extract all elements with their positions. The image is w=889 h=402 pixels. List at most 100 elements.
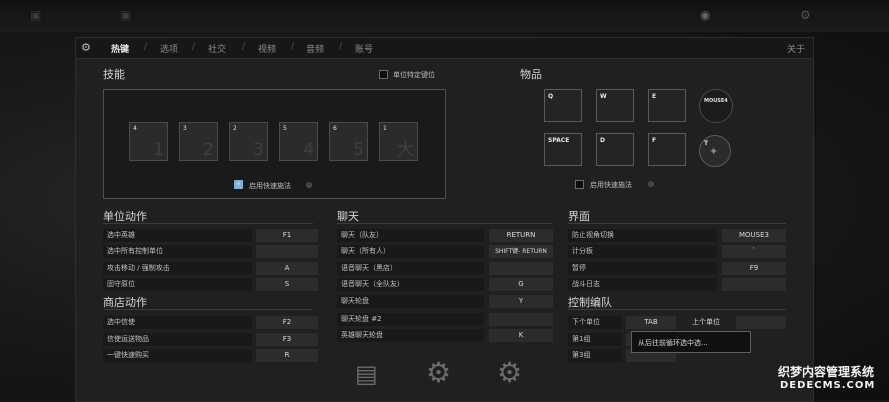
items-quickcast-label: 启用快速施法 xyxy=(590,181,632,189)
skill-slot-number: 4 xyxy=(303,140,314,160)
tab-social[interactable]: 社交 xyxy=(208,42,226,55)
about-link[interactable]: 关于 xyxy=(787,42,805,55)
hotkey-row-key[interactable]: ` xyxy=(722,245,786,258)
hotkey-row-key[interactable]: S xyxy=(256,278,318,291)
item-slot-space[interactable]: SPACE xyxy=(544,133,582,166)
hotkey-row-key[interactable] xyxy=(489,262,553,275)
hotkey-row-label: 防止视角切换 xyxy=(568,229,717,242)
item-slot-key: D xyxy=(600,137,605,144)
tab-separator: / xyxy=(339,42,343,52)
hotkey-row-key[interactable]: F1 xyxy=(256,229,318,242)
hotkey-row-key[interactable]: K xyxy=(489,329,553,342)
skill-slot-key: 5 xyxy=(283,125,287,132)
skill-slot-3[interactable]: 2 3 xyxy=(229,122,268,161)
items-quickcast-checkbox[interactable] xyxy=(575,180,584,189)
neutral-item-slot[interactable]: MOUSE4 xyxy=(699,89,733,123)
hotkey-row-key[interactable]: TAB xyxy=(626,316,676,329)
item-slot-key: F xyxy=(652,137,657,144)
hud-ghost-icon-2: ▣ xyxy=(120,8,134,22)
hotkey-row-key[interactable]: 上个单位 xyxy=(679,316,733,329)
item-slot-d[interactable]: D xyxy=(596,133,634,166)
divider xyxy=(568,223,786,224)
chat-wheel-icon[interactable]: ▤ xyxy=(355,360,378,388)
tooltip: 从后往前循环选中选... xyxy=(631,331,751,353)
hud-ghost-icon-1: ▣ xyxy=(30,8,44,22)
hotkey-row-key[interactable] xyxy=(736,316,786,329)
info-icon[interactable]: i xyxy=(306,182,312,188)
hotkey-row-key[interactable]: R xyxy=(256,349,318,362)
info-icon[interactable]: i xyxy=(648,181,654,187)
skill-slot-key: 1 xyxy=(383,125,387,132)
hotkey-row-key[interactable]: RETURN xyxy=(489,229,553,242)
skill-slot-key: 2 xyxy=(233,125,237,132)
item-slot-q[interactable]: Q xyxy=(544,89,582,122)
hotkey-row-key[interactable]: F3 xyxy=(256,333,318,346)
hotkey-row-label: 战斗日志 xyxy=(568,278,717,291)
hotkey-row-key[interactable]: F2 xyxy=(256,316,318,329)
skill-slot-key: 3 xyxy=(183,125,187,132)
skill-slot-5[interactable]: 6 5 xyxy=(329,122,368,161)
interface-title: 界面 xyxy=(568,210,590,223)
skill-slot-ultimate[interactable]: 1 大 xyxy=(379,122,418,161)
skill-slot-number: 5 xyxy=(353,140,364,160)
hotkey-row-label: 聊天（所有人） xyxy=(337,245,484,258)
hotkey-row-label: 聊天（队友） xyxy=(337,229,484,242)
hotkey-row-label: 语音聊天（全队友） xyxy=(337,278,484,291)
tab-audio[interactable]: 音频 xyxy=(306,42,324,55)
hotkey-row-label: 选中信使 xyxy=(103,316,252,329)
hotkey-row-key[interactable] xyxy=(489,313,553,326)
item-slot-w[interactable]: W xyxy=(596,89,634,122)
item-slot-key: Q xyxy=(548,93,554,100)
hotkey-row-label: 选中英雄 xyxy=(103,229,252,242)
tp-scroll-icon: ✦ xyxy=(709,145,719,158)
item-slot-f[interactable]: F xyxy=(648,133,686,166)
hotkey-row-key[interactable]: Y xyxy=(489,295,553,308)
skill-slot-4[interactable]: 5 4 xyxy=(279,122,318,161)
tab-account[interactable]: 账号 xyxy=(355,42,373,55)
skills-quickcast-label: 启用快速施法 xyxy=(249,182,291,190)
tp-scroll-slot[interactable]: T ✦ xyxy=(699,135,731,167)
hotkey-row-label: 暂停 xyxy=(568,262,717,275)
control-groups-title: 控制编队 xyxy=(568,296,612,309)
skill-slot-2[interactable]: 3 2 xyxy=(179,122,218,161)
hotkey-row-label: 第1组 xyxy=(568,333,622,346)
hotkey-row-label: 计分板 xyxy=(568,245,717,258)
settings-tab-bar: ⚙ 热键 / 选项 / 社交 / 视频 / 音频 / 账号 关于 xyxy=(76,38,813,59)
skill-slot-key: 6 xyxy=(333,125,337,132)
hotkey-row-key[interactable]: SHIFT键- RETURN xyxy=(489,245,553,258)
skill-slot-number: 大 xyxy=(397,140,414,160)
skill-slot-number: 1 xyxy=(153,140,164,160)
hotkey-row-label: 英雄聊天轮盘 xyxy=(337,329,484,342)
unit-specific-checkbox[interactable] xyxy=(379,70,388,79)
gear-icon[interactable]: ⚙ xyxy=(497,356,522,389)
tp-scroll-key: T xyxy=(704,140,709,147)
gear-icon[interactable]: ⚙ xyxy=(426,356,451,389)
hotkey-row-key[interactable] xyxy=(722,278,786,291)
item-slot-e[interactable]: E xyxy=(648,89,686,122)
item-slot-key: W xyxy=(600,93,607,100)
skill-slot-1[interactable]: 4 1 xyxy=(129,122,168,161)
item-slot-key: E xyxy=(652,93,657,100)
skills-title: 技能 xyxy=(103,68,125,81)
tab-video[interactable]: 视频 xyxy=(258,42,276,55)
shop-actions-title: 商店动作 xyxy=(103,296,147,309)
hotkey-row-label: 固守原位 xyxy=(103,278,252,291)
skill-slot-number: 3 xyxy=(253,140,264,160)
tab-separator: / xyxy=(192,42,196,52)
tab-separator: / xyxy=(242,42,246,52)
hotkey-row-key[interactable]: MOUSE3 xyxy=(722,229,786,242)
hotkey-row-label: 选中所有控制单位 xyxy=(103,245,252,258)
hotkey-row-label: 攻击移动 / 强制攻击 xyxy=(103,262,252,275)
tab-hotkeys[interactable]: 热键 xyxy=(111,42,129,55)
hotkey-row-key[interactable]: F9 xyxy=(722,262,786,275)
gear-icon[interactable]: ⚙ xyxy=(81,41,91,54)
quickcast-toggle-icon[interactable]: ⚡ xyxy=(234,180,243,189)
neutral-item-key: MOUSE4 xyxy=(704,98,728,104)
hotkey-row-key[interactable]: A xyxy=(256,262,318,275)
item-slot-key: SPACE xyxy=(548,137,570,144)
hotkey-row-key[interactable]: G xyxy=(489,278,553,291)
tab-options[interactable]: 选项 xyxy=(160,42,178,55)
divider xyxy=(568,309,786,310)
tab-separator: / xyxy=(144,42,148,52)
hotkey-row-key[interactable] xyxy=(256,245,318,258)
